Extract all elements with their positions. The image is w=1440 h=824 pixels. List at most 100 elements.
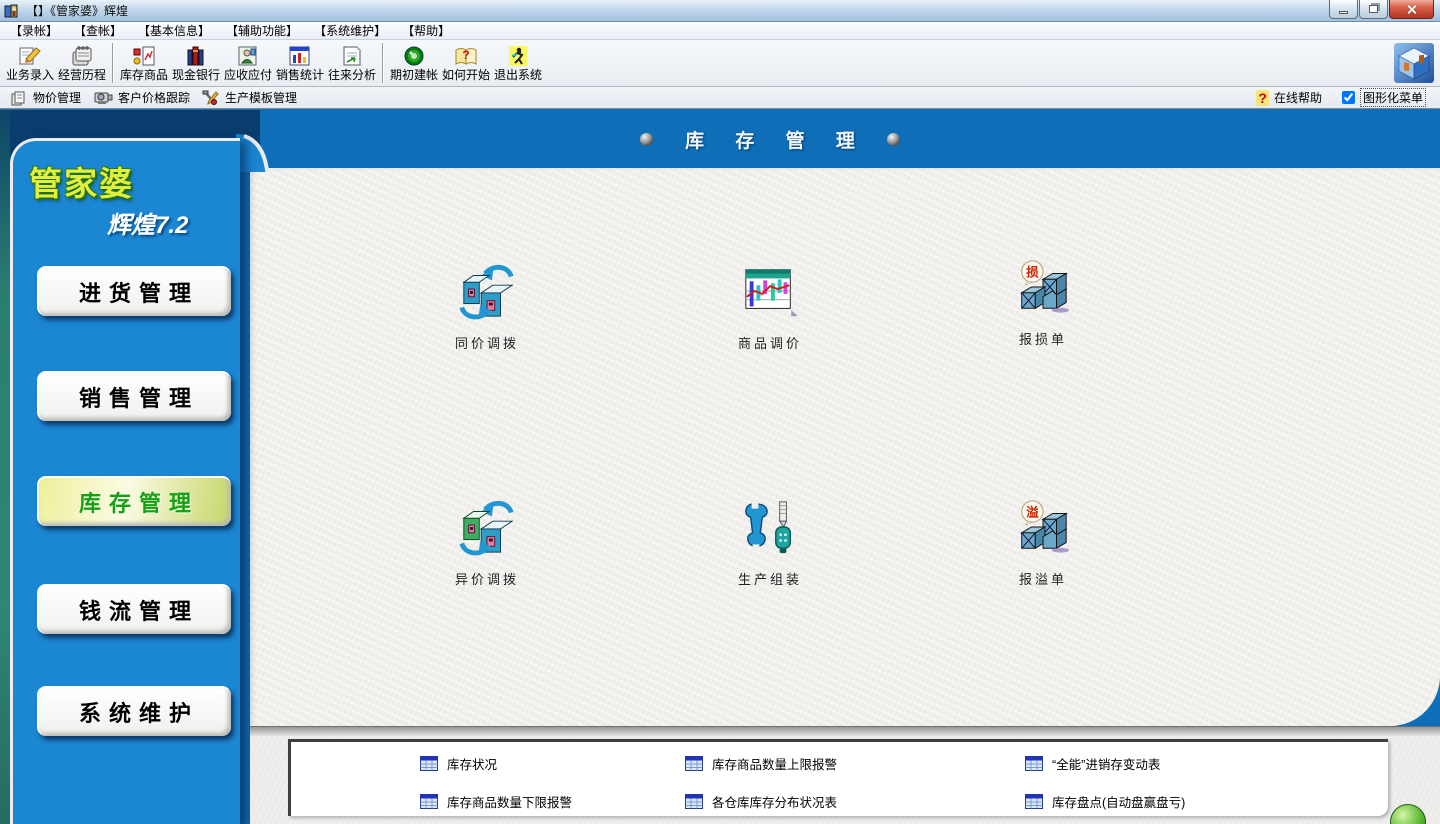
sphere-bullet-icon	[887, 133, 900, 146]
report-link-lower-limit-alarm[interactable]: 库存商品数量下限报警	[420, 792, 572, 811]
menu-item-aux-functions[interactable]: 【辅助功能】	[218, 21, 306, 40]
online-help-button[interactable]: ? 在线帮助	[1252, 88, 1330, 107]
price-management-button[interactable]: 物价管理	[6, 88, 89, 107]
menu-item-diff-price-transfer[interactable]: 异价调拨	[412, 498, 562, 588]
sphere-bullet-icon	[640, 133, 653, 146]
brand-logo: 管家婆 辉煌7.2	[29, 157, 240, 240]
subtoolbar-right: ? 在线帮助 图形化菜单	[1252, 87, 1434, 108]
sidebar-item-cashflow-management[interactable]: 钱流管理	[37, 584, 231, 634]
sales-stats-icon	[287, 44, 313, 68]
toolbar-contacts-analysis-button[interactable]: 往来分析	[326, 41, 378, 85]
contacts-analysis-icon	[339, 44, 365, 68]
table-icon	[685, 756, 703, 771]
table-icon	[420, 794, 438, 809]
receivable-payable-icon	[235, 44, 261, 68]
table-icon	[420, 756, 438, 771]
decorative-orb-icon	[1390, 804, 1426, 824]
window-controls	[1329, 0, 1434, 19]
report-link-stocktake[interactable]: 库存盘点(自动盘赢盘亏)	[1025, 792, 1185, 811]
svg-text:溢: 溢	[1026, 504, 1039, 519]
section-title: 库 存 管 理	[672, 126, 868, 153]
restore-icon	[1369, 5, 1378, 13]
initial-account-icon	[401, 44, 427, 68]
main-toolbar: 业务录入 经营历程 库存商品	[0, 40, 1440, 87]
reports-area: 库存状况 库存商品数量上限报警 “全能”进销存变动表 库存商品数量下限报警 各仓…	[250, 736, 1440, 824]
menu-item-help[interactable]: 【帮助】	[394, 21, 458, 40]
toolbar-exit-system-button[interactable]: 退出系统	[492, 41, 544, 85]
price-management-icon	[10, 90, 28, 106]
left-edge-strip	[0, 110, 10, 824]
svg-text:损: 损	[1026, 264, 1039, 279]
panel-divider	[250, 726, 1440, 736]
sidebar-item-system-maintenance[interactable]: 系统维护	[37, 686, 231, 736]
menu-item-basic-info[interactable]: 【基本信息】	[130, 21, 218, 40]
table-icon	[1025, 756, 1043, 771]
close-icon	[1406, 4, 1417, 15]
cash-bank-icon	[183, 44, 209, 68]
swoosh-curve	[236, 134, 280, 172]
toolbar-how-to-start-button[interactable]: ? 如何开始	[440, 41, 492, 85]
menu-item-loss-report[interactable]: 损 报损单	[968, 258, 1118, 348]
close-button[interactable]	[1389, 0, 1434, 19]
report-link-upper-limit-alarm[interactable]: 库存商品数量上限报警	[685, 754, 837, 773]
sidebar: 管家婆 辉煌7.2 进货管理 销售管理 库存管理 钱流管理 系统维护	[10, 138, 240, 824]
svg-text:?: ?	[462, 48, 469, 62]
menu-item-query[interactable]: 【查帐】	[66, 21, 130, 40]
graphic-menu-toggle: 图形化菜单	[1338, 87, 1434, 108]
report-link-inventory-status[interactable]: 库存状况	[420, 754, 497, 773]
toolbar-business-history-button[interactable]: 经营历程	[56, 41, 108, 85]
customer-price-tracking-icon	[93, 90, 113, 106]
brand-logo-line1: 管家婆	[29, 157, 240, 205]
sidebar-item-sales-management[interactable]: 销售管理	[37, 371, 231, 421]
graphic-menu-label[interactable]: 图形化菜单	[1360, 88, 1426, 107]
same-price-transfer-icon	[458, 262, 516, 320]
app-icon	[4, 3, 20, 19]
report-link-warehouse-distribution[interactable]: 各仓库库存分布状况表	[685, 792, 837, 811]
menu-item-overflow-report[interactable]: 溢 报溢单	[968, 498, 1118, 588]
toolbar-separator	[382, 43, 384, 83]
diff-price-transfer-icon	[458, 498, 516, 556]
inventory-goods-icon	[131, 44, 157, 68]
production-template-icon	[202, 90, 220, 106]
help-icon: ?	[1256, 90, 1269, 106]
production-template-button[interactable]: 生产模板管理	[198, 88, 305, 107]
toolbar-initial-account-button[interactable]: 期初建帐	[388, 41, 440, 85]
menu-item-same-price-transfer[interactable]: 同价调拨	[412, 262, 562, 352]
graphic-menu-canvas: 同价调拨 商品调价	[250, 168, 1440, 726]
section-header: 库 存 管 理	[640, 110, 900, 168]
sidebar-item-purchase-management[interactable]: 进货管理	[37, 266, 231, 316]
reports-panel: 库存状况 库存商品数量上限报警 “全能”进销存变动表 库存商品数量下限报警 各仓…	[288, 739, 1388, 816]
business-entry-icon	[17, 44, 43, 68]
table-icon	[1025, 794, 1043, 809]
report-link-almighty-change-table[interactable]: “全能”进销存变动表	[1025, 754, 1160, 773]
window-title: 【】《管家婆》辉煌	[26, 2, 128, 19]
goods-price-adjust-icon	[741, 262, 799, 320]
graphic-menu-checkbox[interactable]	[1342, 91, 1355, 104]
menu-item-production-assembly[interactable]: 生产组装	[695, 498, 845, 588]
title-bar: 【】《管家婆》辉煌	[0, 0, 1440, 22]
menu-item-record[interactable]: 【录帐】	[2, 21, 66, 40]
application-window: 【】《管家婆》辉煌 【录帐】 【查帐】 【基本信息】 【辅助功能】 【系统维护】…	[0, 0, 1440, 824]
toolbar-separator	[112, 43, 114, 83]
toolbar-business-entry-button[interactable]: 业务录入	[4, 41, 56, 85]
how-to-start-icon: ?	[453, 44, 479, 68]
toolbar-receivable-payable-button[interactable]: 应收应付	[222, 41, 274, 85]
menu-item-goods-price-adjust[interactable]: 商品调价	[695, 262, 845, 352]
brand-logo-line2: 辉煌7.2	[107, 205, 240, 240]
menu-bar: 【录帐】 【查帐】 【基本信息】 【辅助功能】 【系统维护】 【帮助】	[0, 22, 1440, 40]
client-area: 库 存 管 理 同价调	[0, 110, 1440, 824]
exit-system-icon	[505, 44, 531, 68]
brand-cube-logo	[1394, 43, 1434, 83]
toolbar-sales-stats-button[interactable]: 销售统计	[274, 41, 326, 85]
secondary-toolbar: 物价管理 客户价格跟踪 生产模板管理 ? 在线帮助	[0, 87, 1440, 109]
customer-price-tracking-button[interactable]: 客户价格跟踪	[89, 88, 198, 107]
toolbar-cash-bank-button[interactable]: 现金银行	[170, 41, 222, 85]
minimize-icon	[1339, 11, 1348, 14]
menu-item-system-maintenance[interactable]: 【系统维护】	[306, 21, 394, 40]
overflow-report-icon: 溢	[1014, 498, 1072, 556]
minimize-button[interactable]	[1329, 0, 1358, 19]
toolbar-inventory-goods-button[interactable]: 库存商品	[118, 41, 170, 85]
production-assembly-icon	[741, 498, 799, 556]
sidebar-item-inventory-management[interactable]: 库存管理	[37, 476, 231, 526]
restore-button[interactable]	[1359, 0, 1388, 19]
